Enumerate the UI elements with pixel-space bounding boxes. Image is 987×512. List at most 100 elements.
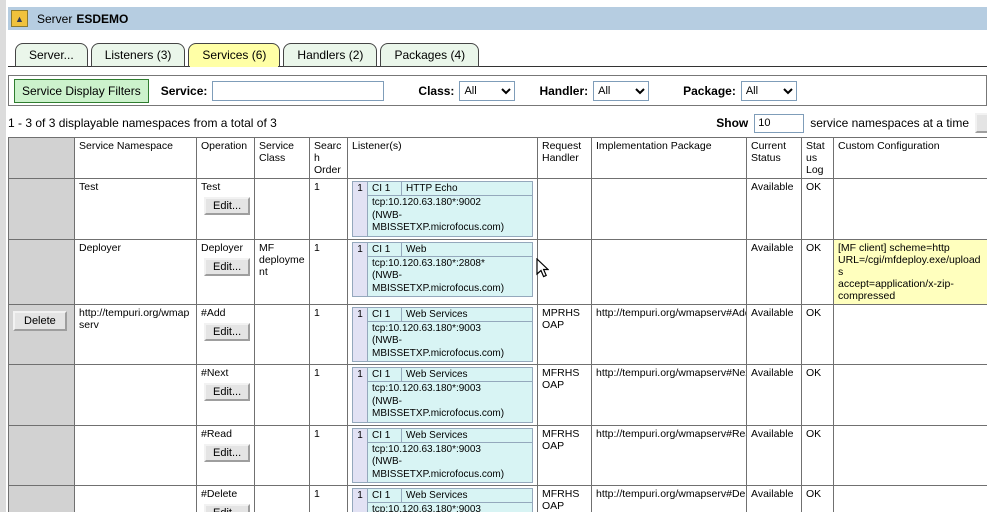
col-header-service-class: Service Class [255, 138, 310, 179]
listener-endpoint: tcp:10.120.63.180*:2808* [372, 258, 528, 271]
search-order-cell: 1 [310, 486, 348, 512]
row-action-cell: Delete [9, 304, 75, 365]
edit-button[interactable]: Edit... [204, 383, 250, 401]
current-status-cell: Available [747, 179, 802, 240]
implementation-package-cell: http://tempuri.org/wmapserv#Next [592, 365, 747, 426]
listener-box: 1 CI 1 Web Services tcp:10.120.63.180*:9… [352, 307, 533, 363]
tab-handlers[interactable]: Handlers (2) [283, 43, 377, 67]
col-header-search-order: Search Order [310, 138, 348, 179]
package-filter-select[interactable]: All [741, 81, 797, 101]
class-filter-select[interactable]: All [459, 81, 515, 101]
listener-number: 1 [353, 428, 368, 483]
listener-number: 1 [353, 368, 368, 423]
col-header-actions [9, 138, 75, 179]
implementation-package-cell: http://tempuri.org/wmapserv#Read [592, 425, 747, 486]
show-count-input[interactable] [754, 114, 804, 133]
listener-number: 1 [353, 242, 368, 297]
tab-services[interactable]: Services (6) [188, 43, 280, 67]
delete-button[interactable]: Delete [13, 311, 67, 331]
service-class-cell [255, 365, 310, 426]
listeners-cell: 1 CI 1 Web tcp:10.120.63.180*:2808* (NWB… [348, 239, 538, 304]
service-namespace-cell [75, 486, 197, 512]
services-table: Service Namespace Operation Service Clas… [8, 137, 987, 512]
edit-button[interactable]: Edit... [204, 504, 250, 512]
operation-cell: #Read Edit... [197, 425, 255, 486]
service-namespace-cell: http://tempuri.org/wmapserv [75, 304, 197, 365]
listener-number: 1 [353, 489, 368, 512]
listener-address: tcp:10.120.63.180*:9003 (NWB-MBISSETXP.m… [368, 382, 533, 423]
services-admin-page: ▲ ServerESDEMO Server... Listeners (3) S… [0, 0, 987, 512]
edit-button[interactable]: Edit... [204, 258, 250, 276]
listener-conversation: CI 1 [368, 242, 402, 256]
edit-button[interactable]: Edit... [204, 323, 250, 341]
col-header-operation: Operation [197, 138, 255, 179]
listener-conversation: CI 1 [368, 368, 402, 382]
listener-number: 1 [353, 307, 368, 362]
tab-server[interactable]: Server... [15, 43, 88, 67]
row-action-cell [9, 425, 75, 486]
listener-box: 1 CI 1 HTTP Echo tcp:10.120.63.180*:9002… [352, 181, 533, 237]
tab-packages[interactable]: Packages (4) [380, 43, 479, 67]
pagination-row: 1 - 3 of 3 displayable namespaces from a… [8, 112, 987, 134]
request-handler-cell [538, 239, 592, 304]
listener-address: tcp:10.120.63.180*:9002 (NWB-MBISSETXP.m… [368, 196, 533, 237]
listener-endpoint: tcp:10.120.63.180*:9003 [372, 383, 528, 396]
listener-name: Web Services [402, 489, 533, 503]
listener-conversation: CI 1 [368, 182, 402, 196]
listener-box: 1 CI 1 Web Services tcp:10.120.63.180*:9… [352, 428, 533, 484]
filter-bar: Service Display Filters Service: Class: … [8, 75, 987, 106]
row-action-cell [9, 365, 75, 426]
col-header-implementation-package: Implementation Package [592, 138, 747, 179]
custom-config-cell: [MF client] scheme=http URL=/cgi/mfdeplo… [834, 239, 987, 304]
listeners-cell: 1 CI 1 Web Services tcp:10.120.63.180*:9… [348, 365, 538, 426]
listener-host: (NWB-MBISSETXP.microfocus.com) [372, 396, 528, 421]
current-status-cell: Available [747, 425, 802, 486]
request-handler-cell: MFRHSOAP [538, 486, 592, 512]
status-log-cell: OK [802, 365, 834, 426]
status-log-cell: OK [802, 425, 834, 486]
listener-number: 1 [353, 182, 368, 237]
listener-name: Web Services [402, 368, 533, 382]
listener-endpoint: tcp:10.120.63.180*:9003 [372, 504, 528, 512]
package-filter-label: Package: [683, 84, 736, 98]
listener-host: (NWB-MBISSETXP.microfocus.com) [372, 270, 528, 295]
listener-address: tcp:10.120.63.180*:9003 (NWB-MBISSETXP.m… [368, 442, 533, 483]
show-label: Show [716, 116, 748, 130]
col-header-current-status: Current Status [747, 138, 802, 179]
custom-config-cell [834, 304, 987, 365]
handler-filter-label: Handler: [539, 84, 588, 98]
show-apply-button[interactable] [975, 113, 987, 133]
edit-button[interactable]: Edit... [204, 197, 250, 215]
listener-conversation: CI 1 [368, 307, 402, 321]
listener-endpoint: tcp:10.120.63.180*:9003 [372, 323, 528, 336]
col-header-request-handler: Request Handler [538, 138, 592, 179]
service-class-cell [255, 486, 310, 512]
service-class-cell: MF deployment [255, 239, 310, 304]
table-row-wmapserv-next: #Next Edit... 1 1 CI 1 Web Services [9, 365, 987, 426]
implementation-package-cell [592, 179, 747, 240]
listener-box: 1 CI 1 Web Services tcp:10.120.63.180*:9… [352, 367, 533, 423]
listener-endpoint: tcp:10.120.63.180*:9002 [372, 197, 528, 210]
search-order-cell: 1 [310, 304, 348, 365]
col-header-listeners: Listener(s) [348, 138, 538, 179]
custom-config-cell [834, 425, 987, 486]
current-status-cell: Available [747, 365, 802, 426]
collapse-triangle-icon[interactable]: ▲ [11, 10, 28, 27]
operation-name: #Next [201, 367, 250, 379]
listener-host: (NWB-MBISSETXP.microfocus.com) [372, 210, 528, 235]
row-action-cell [9, 179, 75, 240]
search-order-cell: 1 [310, 425, 348, 486]
handler-filter-select[interactable]: All [593, 81, 649, 101]
operation-cell: Test Edit... [197, 179, 255, 240]
operation-name: #Read [201, 428, 250, 440]
custom-config-cell [834, 365, 987, 426]
tab-listeners[interactable]: Listeners (3) [91, 43, 186, 67]
listener-conversation: CI 1 [368, 428, 402, 442]
service-namespace-cell: Test [75, 179, 197, 240]
edit-button[interactable]: Edit... [204, 444, 250, 462]
service-filter-label: Service: [161, 84, 208, 98]
table-row-deployer: Deployer Deployer Edit... MF deployment … [9, 239, 987, 304]
service-filter-input[interactable] [212, 81, 384, 101]
operation-name: Deployer [201, 242, 250, 254]
listener-name: Web [402, 242, 533, 256]
